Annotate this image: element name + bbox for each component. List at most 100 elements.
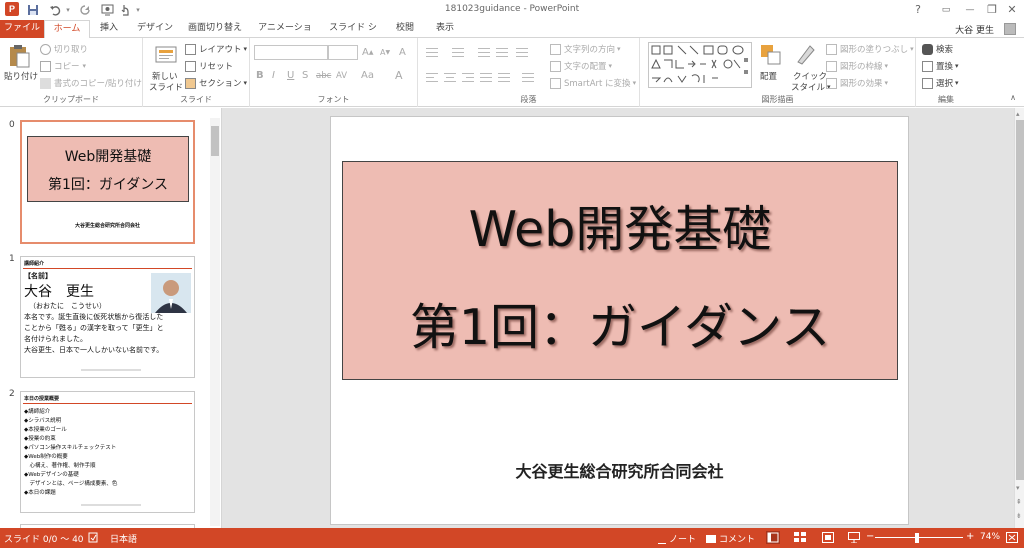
tab-review[interactable]: 校閲	[390, 20, 420, 38]
help-button[interactable]: ?	[904, 0, 932, 20]
clipboard-group-label: クリップボード	[43, 95, 99, 104]
normal-view-button[interactable]	[766, 531, 780, 544]
font-color-button[interactable]: A	[395, 69, 403, 82]
arrange-button[interactable]: 配置	[760, 70, 777, 82]
new-slide-icon	[155, 46, 177, 63]
new-slide-dropdown[interactable]: スライド▾	[149, 81, 189, 93]
clear-formatting-button[interactable]: A	[399, 47, 406, 58]
list-buttons-icons	[426, 48, 528, 57]
slide-title-box[interactable]: Web開発基礎 第1回：ガイダンス	[342, 161, 898, 380]
convert-smartart-button[interactable]: SmartArt に変換 ▾	[550, 77, 636, 89]
reset-button[interactable]: リセット	[185, 60, 233, 72]
copy-button[interactable]: コピー ▾	[40, 60, 86, 72]
collapse-ribbon-icon[interactable]: ∧	[1010, 93, 1016, 102]
previous-slide-icon[interactable]: ⇞	[1016, 498, 1022, 506]
zoom-in-button[interactable]: +	[966, 531, 974, 542]
align-text-button[interactable]: 文字の配置 ▾	[550, 60, 612, 72]
thumbnail-scrollbar[interactable]	[210, 118, 220, 526]
strikethrough-button[interactable]: abc	[316, 71, 331, 81]
slide-scrollbar[interactable]: ▴ ▾ ⇞ ⇟	[1014, 108, 1024, 528]
shadow-button[interactable]: S	[302, 70, 308, 81]
format-painter-button[interactable]: 書式のコピー/貼り付け	[40, 77, 142, 89]
reading-view-icon	[822, 532, 834, 543]
fit-to-window-button[interactable]	[1006, 532, 1018, 543]
grow-font-button[interactable]: A ▲	[362, 47, 373, 58]
language-indicator[interactable]: 日本語	[110, 532, 137, 545]
thumbnail-2-line-6: ◆Web制作の概要	[24, 454, 68, 460]
shapes-gallery[interactable]	[648, 42, 752, 88]
layout-button[interactable]: レイアウト ▾	[185, 43, 247, 55]
thumbnail-slide-2[interactable]: 本日の授業概要 ◆講師紹介 ◆シラバス説明 ◆本授業のゴール ◆授業の約束 ◆パ…	[20, 391, 195, 513]
text-direction-button[interactable]: 文字列の方向 ▾	[550, 43, 621, 55]
close-button[interactable]: ✕	[998, 0, 1024, 20]
notes-button[interactable]: ノート	[658, 532, 696, 545]
slide-indicator: スライド 0/0 〜 40	[4, 535, 84, 545]
tab-insert[interactable]: 挿入	[94, 20, 124, 38]
current-slide[interactable]: Web開発基礎 第1回：ガイダンス 大谷更生総合研究所合同会社	[330, 116, 909, 525]
section-icon	[185, 77, 196, 89]
slideshow-view-button[interactable]	[848, 532, 860, 543]
tab-view[interactable]: 表示	[430, 20, 460, 38]
next-slide-icon[interactable]: ⇟	[1016, 512, 1022, 520]
replace-label: 置換	[936, 62, 954, 72]
format-painter-label: 書式のコピー/貼り付け	[54, 79, 142, 89]
replace-button[interactable]: 置換 ▾	[922, 60, 959, 72]
tab-animations[interactable]: アニメーション	[254, 20, 316, 50]
font-group-label: フォント	[317, 95, 350, 104]
underline-button[interactable]: U	[287, 70, 294, 81]
slide-sorter-view-button[interactable]	[794, 532, 806, 543]
tab-transitions[interactable]: 画面切り替え	[186, 20, 244, 38]
smartart-icon	[550, 77, 561, 89]
font-size-input[interactable]	[328, 45, 358, 60]
thumbnail-0-title-box: Web開発基礎 第1回：ガイダンス	[27, 136, 189, 202]
user-avatar[interactable]	[1004, 23, 1016, 35]
slide-subtitle[interactable]: 大谷更生総合研究所合同会社	[331, 458, 908, 482]
slide-title-line-1[interactable]: Web開発基礎	[343, 190, 897, 261]
find-button[interactable]: 検索	[922, 43, 953, 55]
zoom-slider-knob[interactable]	[915, 533, 919, 543]
thumbnail-slide-0[interactable]: Web開発基礎 第1回：ガイダンス 大谷更生総合研究所合同会社	[20, 120, 195, 244]
thumbnail-scrollbar-thumb[interactable]	[211, 126, 219, 156]
scroll-up-icon[interactable]: ▴	[1016, 110, 1020, 118]
scroll-down-icon[interactable]: ▾	[1016, 484, 1020, 492]
shape-effects-button[interactable]: 図形の効果 ▾	[826, 77, 888, 89]
section-button[interactable]: セクション ▾	[185, 77, 247, 89]
ribbon: 貼り付け 切り取り コピー ▾ 書式のコピー/貼り付け クリップボード 新しい ス…	[0, 38, 1024, 107]
slide-title-line-2[interactable]: 第1回：ガイダンス	[343, 288, 897, 359]
spell-check-icon[interactable]	[88, 532, 98, 543]
select-button[interactable]: 選択 ▾	[922, 77, 959, 89]
thumbnail-1-rule	[23, 268, 192, 269]
char-spacing-button[interactable]: AV	[336, 71, 347, 81]
slide-scrollbar-thumb[interactable]	[1016, 120, 1024, 480]
thumbnail-0-footer: 大谷更生総合研究所合同会社	[74, 223, 140, 229]
thumbnail-number-1: 1	[9, 254, 15, 264]
change-case-button[interactable]: Aa	[361, 70, 374, 81]
comments-button[interactable]: コメント	[706, 532, 755, 545]
thumbnail-2-line-10: ◆本日の課題	[24, 490, 56, 496]
normal-view-icon	[766, 531, 780, 544]
thumbnail-2-line-8: ◆Webデザインの基礎	[24, 472, 79, 478]
zoom-slider[interactable]	[875, 537, 963, 538]
thumbnail-1-line-1: 本名です。誕生直後に仮死状態から復活した	[24, 313, 164, 321]
shrink-font-button[interactable]: A ▼	[380, 48, 390, 57]
shape-outline-button[interactable]: 図形の枠線 ▾	[826, 60, 888, 72]
slideshow-view-icon	[848, 532, 860, 543]
cut-button[interactable]: 切り取り	[40, 43, 88, 55]
thumbnail-slide-1[interactable]: 講師紹介 【名前】 大谷 更生 （おおたに こうせい） 本名です。誕生直後に仮死…	[20, 256, 195, 378]
tab-file[interactable]: ファイル	[0, 20, 44, 38]
italic-button[interactable]: I	[272, 70, 275, 81]
paste-button[interactable]: 貼り付け	[4, 70, 38, 82]
font-name-input[interactable]	[254, 45, 328, 60]
reading-view-button[interactable]	[822, 532, 834, 543]
thumbnail-1-name-label: 【名前】	[24, 272, 52, 280]
zoom-level[interactable]: 74%	[980, 532, 1000, 542]
quick-styles-dropdown[interactable]: スタイル ▾	[791, 81, 831, 93]
tab-design[interactable]: デザイン	[134, 20, 176, 38]
bold-button[interactable]: B	[256, 70, 264, 81]
zoom-out-button[interactable]: −	[866, 531, 874, 542]
paste-label: 貼り付け	[4, 72, 39, 82]
user-name[interactable]: 大谷 更生	[955, 23, 994, 36]
shape-fill-button[interactable]: 図形の塗りつぶし ▾	[826, 43, 914, 55]
tab-home[interactable]: ホーム	[44, 20, 90, 39]
tab-slideshow[interactable]: スライド ショー	[326, 20, 380, 50]
